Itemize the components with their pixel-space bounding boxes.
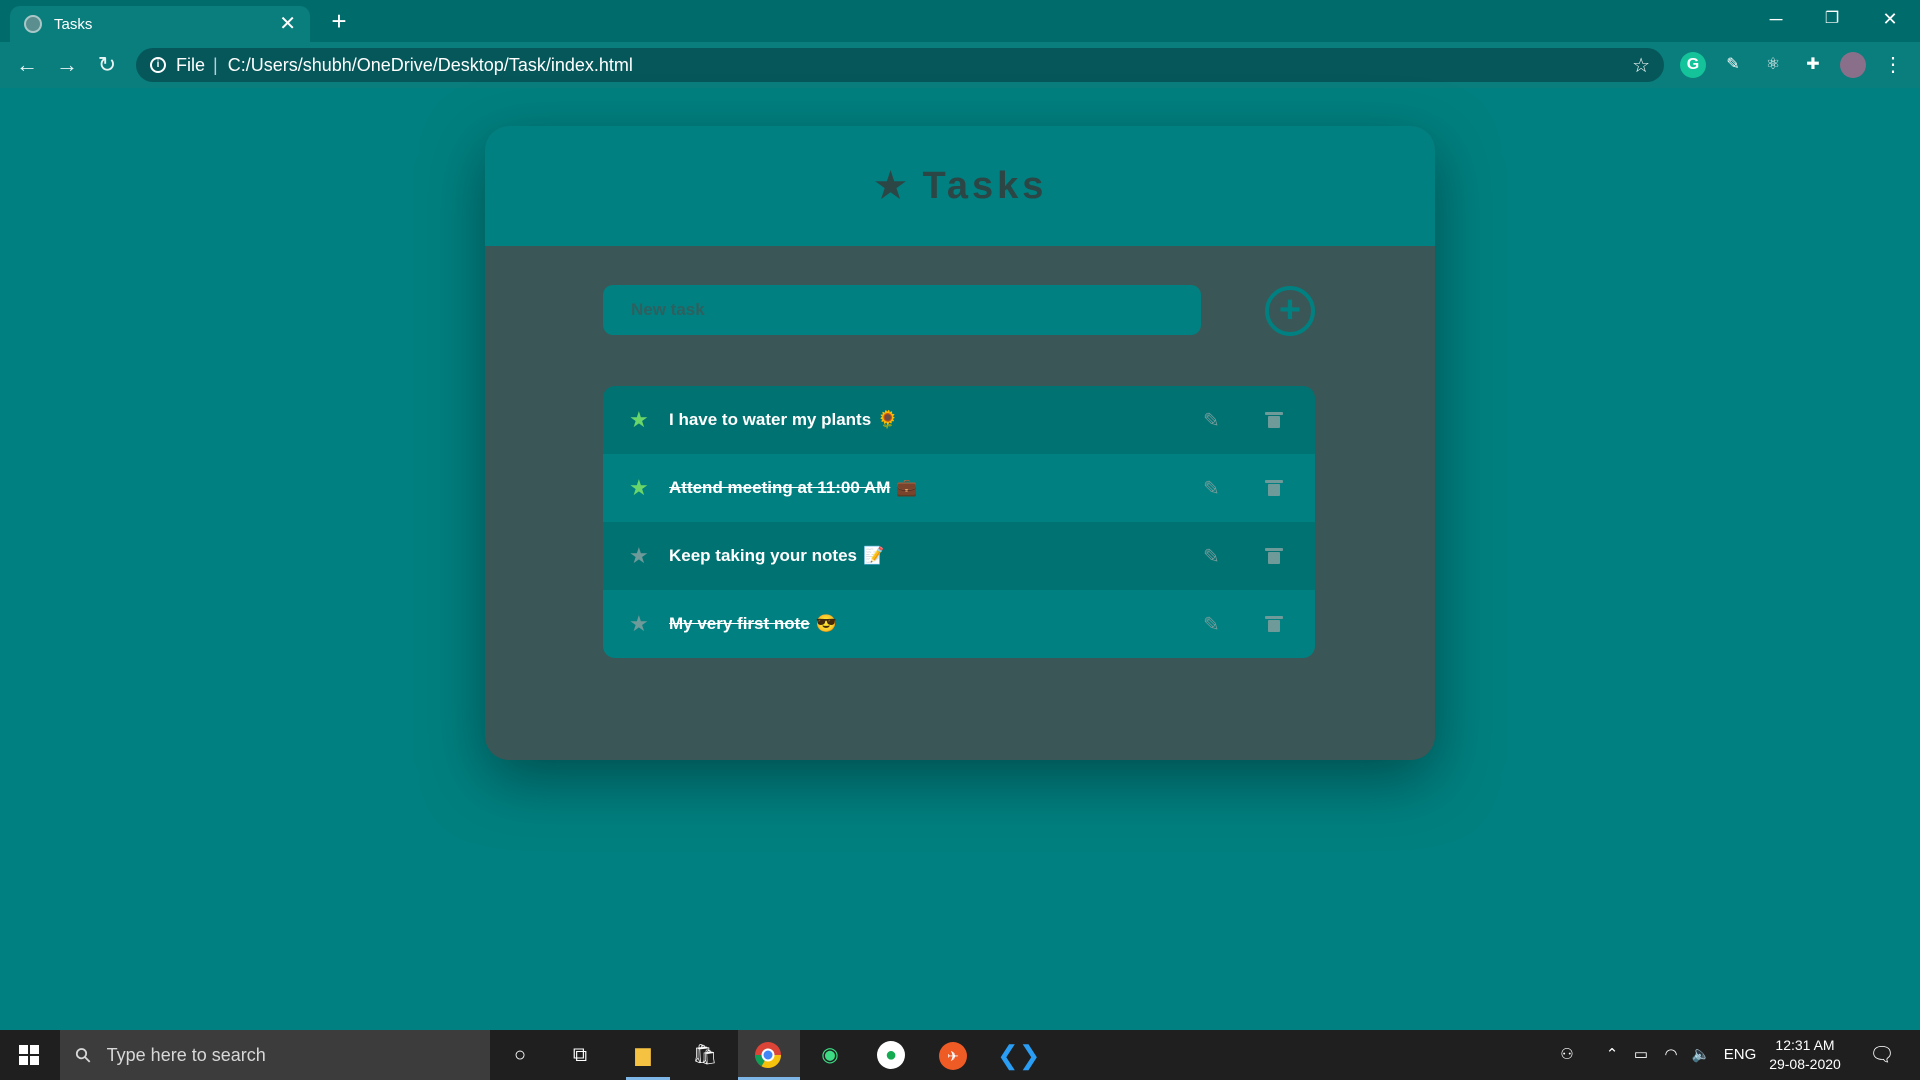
minimize-icon[interactable]: ─: [1748, 0, 1804, 38]
url-text[interactable]: C:/Users/shubh/OneDrive/Desktop/Task/ind…: [228, 55, 633, 76]
microsoft-store-icon[interactable]: 🛍: [687, 1038, 723, 1072]
edit-pencil-icon[interactable]: ✎: [1203, 476, 1220, 501]
browser-toolbar: ← → ↻ i File | C:/Users/shubh/OneDrive/D…: [0, 42, 1920, 88]
task-emoji: 😎: [815, 614, 837, 633]
vscode-icon[interactable]: ❮❯: [997, 1038, 1041, 1072]
task-item: ★ I have to water my plants 🌻 ✎: [603, 386, 1315, 454]
task-text[interactable]: My very first note: [669, 614, 810, 634]
task-item: ★ My very first note 😎 ✎: [603, 590, 1315, 658]
mongodb-compass-icon[interactable]: ●: [873, 1038, 909, 1072]
android-studio-icon[interactable]: ◉: [812, 1038, 848, 1072]
address-bar[interactable]: i File | C:/Users/shubh/OneDrive/Desktop…: [136, 48, 1664, 82]
task-text[interactable]: I have to water my plants: [669, 410, 871, 430]
add-task-button[interactable]: +: [1265, 286, 1315, 336]
chrome-icon[interactable]: [750, 1038, 786, 1072]
wifi-icon[interactable]: ◠: [1658, 1030, 1684, 1080]
system-clock[interactable]: 12:31 AM 29-08-2020: [1760, 1036, 1850, 1074]
edit-pencil-icon[interactable]: ✎: [1203, 408, 1220, 433]
favorite-star-icon[interactable]: ★: [629, 613, 649, 635]
task-item: ★ Attend meeting at 11:00 AM 💼 ✎: [603, 454, 1315, 522]
pen-extension-icon[interactable]: ✎: [1720, 52, 1746, 78]
language-indicator[interactable]: ENG: [1720, 1030, 1760, 1080]
delete-trash-icon[interactable]: [1265, 548, 1283, 564]
windows-taskbar: ⚲ Type here to search ○ ⧉ ▆ 🛍 ◉ ● ✈ ❮❯ ⚇…: [0, 1030, 1920, 1080]
clock-time: 12:31 AM: [1775, 1037, 1835, 1053]
new-task-input[interactable]: [603, 285, 1201, 335]
task-text[interactable]: Attend meeting at 11:00 AM: [669, 478, 890, 498]
tab-close-icon[interactable]: ✕: [279, 14, 296, 34]
file-explorer-icon[interactable]: ▆: [625, 1038, 661, 1072]
task-list: ★ I have to water my plants 🌻 ✎ ★ Attend…: [603, 386, 1315, 658]
restore-icon[interactable]: ❐: [1804, 0, 1860, 38]
tasks-card: ★ Tasks + ★ I have to water my plants 🌻 …: [485, 126, 1435, 760]
delete-trash-icon[interactable]: [1265, 616, 1283, 632]
battery-icon[interactable]: ▭: [1628, 1030, 1654, 1080]
volume-icon[interactable]: 🔈: [1688, 1030, 1714, 1080]
task-emoji: 💼: [896, 478, 918, 497]
start-button[interactable]: [0, 1030, 58, 1080]
postman-icon[interactable]: ✈: [935, 1038, 971, 1072]
edit-pencil-icon[interactable]: ✎: [1203, 544, 1220, 569]
delete-trash-icon[interactable]: [1265, 412, 1283, 428]
task-emoji: 📝: [862, 546, 885, 565]
favorite-star-icon[interactable]: ★: [629, 409, 649, 431]
cortana-icon[interactable]: ○: [502, 1038, 538, 1072]
search-placeholder: Type here to search: [106, 1044, 266, 1065]
search-icon: ⚲: [70, 1042, 97, 1069]
profile-avatar[interactable]: [1840, 52, 1866, 78]
windows-logo-icon: [19, 1045, 39, 1065]
card-header: ★ Tasks: [485, 126, 1435, 246]
back-arrow-icon[interactable]: ←: [12, 50, 42, 80]
url-scheme-label: File: [176, 54, 206, 75]
notification-center-icon[interactable]: 🗨: [1864, 1030, 1900, 1080]
browser-tab[interactable]: Tasks ✕: [10, 6, 310, 42]
tab-favicon-icon: [24, 15, 42, 33]
people-icon[interactable]: ⚇: [1552, 1030, 1582, 1080]
browser-menu-icon[interactable]: ⋮: [1880, 52, 1906, 78]
task-text[interactable]: Keep taking your notes: [669, 546, 857, 566]
delete-trash-icon[interactable]: [1265, 480, 1283, 496]
site-info-icon[interactable]: i: [150, 57, 166, 73]
browser-tab-bar: Tasks ✕ + ─ ❐ ✕: [0, 0, 1920, 42]
task-view-icon[interactable]: ⧉: [562, 1038, 598, 1072]
task-emoji: 🌻: [877, 410, 899, 429]
taskbar-search[interactable]: ⚲ Type here to search: [60, 1030, 490, 1080]
react-extension-icon[interactable]: ⚛: [1760, 52, 1786, 78]
bookmark-star-icon[interactable]: ☆: [1632, 53, 1650, 78]
tray-chevron-icon[interactable]: ⌃: [1600, 1030, 1624, 1080]
grammarly-extension-icon[interactable]: G: [1680, 52, 1706, 78]
task-item: ★ Keep taking your notes 📝 ✎: [603, 522, 1315, 590]
favorite-star-icon[interactable]: ★: [629, 477, 649, 499]
clock-date: 29-08-2020: [1769, 1056, 1841, 1072]
tab-title: Tasks: [54, 15, 93, 33]
new-tab-button[interactable]: +: [324, 6, 354, 36]
extensions-puzzle-icon[interactable]: ✚: [1800, 52, 1826, 78]
edit-pencil-icon[interactable]: ✎: [1203, 612, 1220, 637]
reload-icon[interactable]: ↻: [92, 50, 122, 80]
forward-arrow-icon[interactable]: →: [52, 50, 82, 80]
header-star-icon: ★: [872, 164, 909, 208]
page-title: Tasks: [922, 164, 1048, 207]
url-separator: |: [213, 54, 218, 75]
window-close-icon[interactable]: ✕: [1862, 0, 1918, 38]
favorite-star-icon[interactable]: ★: [629, 545, 649, 567]
